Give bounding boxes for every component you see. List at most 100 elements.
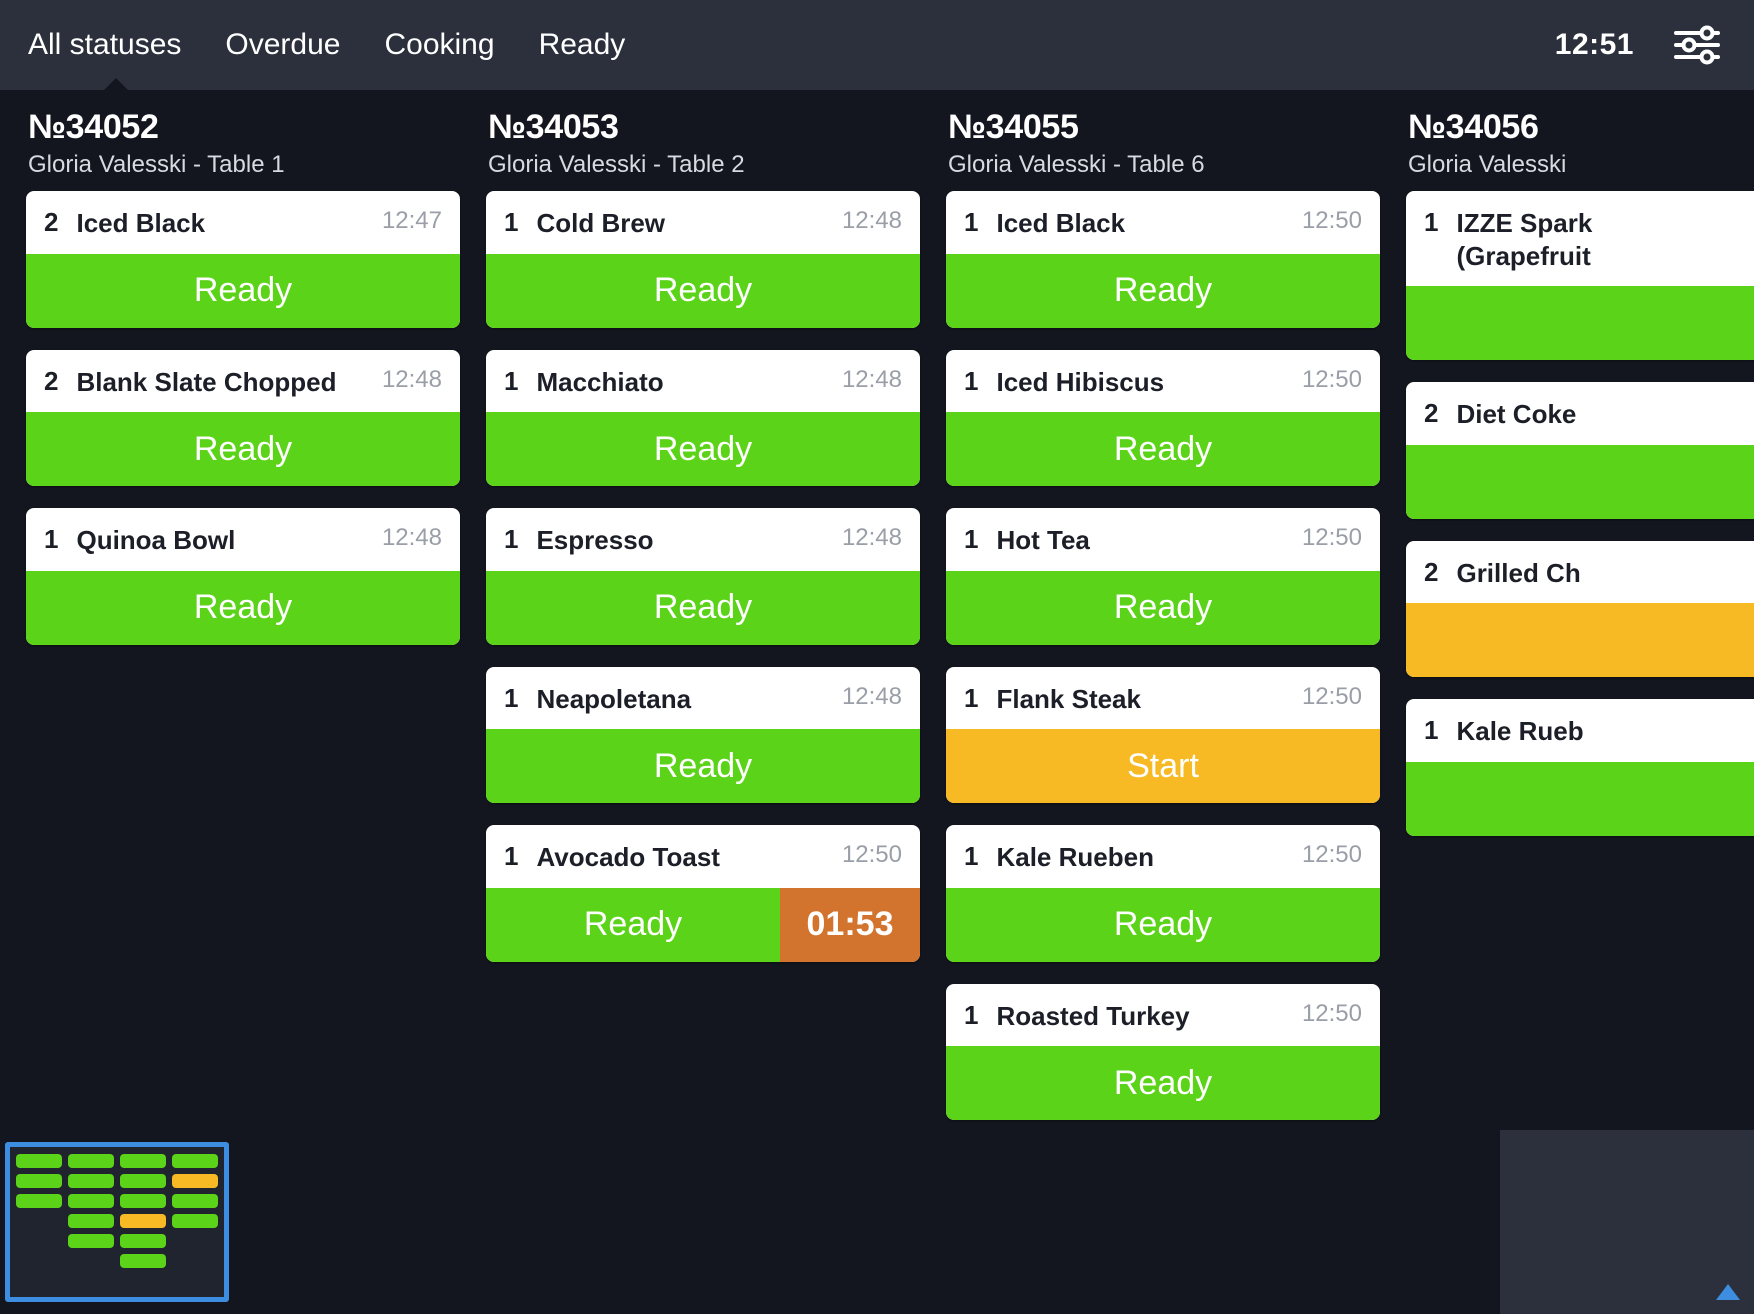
item-left: 1 Avocado Toast: [504, 841, 720, 874]
item-action-row: Ready: [486, 729, 920, 803]
minimap-column: [172, 1154, 218, 1268]
item-left: 1 IZZE Spark (Grapefruit: [1424, 207, 1592, 272]
minimap-bar: [120, 1174, 166, 1188]
ready-button[interactable]: Ready: [946, 412, 1380, 486]
item-time: 12:48: [841, 682, 902, 710]
minimap-bar: [172, 1194, 218, 1208]
item-name: Neapoletana: [536, 683, 692, 714]
minimap-grid: [16, 1154, 218, 1268]
order-item: 2 Grilled Ch: [1406, 540, 1754, 677]
item-left: 1 Kale Rueben: [964, 841, 1154, 874]
item-left: 1 Hot Tea: [964, 524, 1090, 557]
item-header: 2 Grilled Ch: [1406, 541, 1754, 604]
minimap-bar: [16, 1154, 62, 1168]
ready-button[interactable]: [1406, 286, 1754, 360]
item-header: 2 Iced Black 12:47: [26, 191, 460, 254]
order-customer: Gloria Valesski - Table 1: [28, 151, 285, 178]
orders-board[interactable]: №34052 Gloria Valesski - Table 1 2 Iced …: [0, 90, 1754, 1314]
item-header: 1 Cold Brew 12:48: [486, 191, 920, 254]
tab-overdue[interactable]: Overdue: [203, 0, 362, 90]
start-button[interactable]: [1406, 603, 1754, 677]
item-header: 1 Macchiato 12:48: [486, 350, 920, 413]
item-name: Grilled Ch: [1456, 557, 1581, 588]
order-header: №34053 Gloria Valesski - Table 2: [486, 90, 920, 191]
sliders-icon[interactable]: [1674, 25, 1720, 65]
item-quantity: 1: [964, 365, 979, 396]
item-quantity: 1: [964, 682, 979, 713]
ready-button[interactable]: Ready: [486, 253, 920, 328]
ready-button[interactable]: Ready: [26, 412, 460, 486]
item-time: 12:50: [1301, 841, 1362, 868]
order-customer: Gloria Valesski - Table 6: [948, 151, 1205, 178]
minimap-column: [120, 1154, 166, 1268]
item-quantity: 1: [964, 524, 979, 554]
ready-button[interactable]: Ready: [26, 570, 460, 645]
order-customer: Gloria Valesski - Table 2: [488, 151, 745, 178]
item-time: 12:48: [381, 524, 442, 551]
item-quantity: 1: [504, 207, 519, 237]
item-header: 1 Espresso 12:48: [486, 508, 920, 571]
order-item: 2 Blank Slate Chopped 12:48 Ready: [26, 349, 460, 486]
order-card: №34052 Gloria Valesski - Table 1 2 Iced …: [26, 90, 460, 667]
board-minimap[interactable]: [5, 1142, 229, 1302]
item-quantity: 1: [1424, 207, 1439, 237]
item-quantity: 2: [44, 207, 59, 237]
item-time: 12:48: [841, 207, 902, 234]
item-header: 1 Flank Steak 12:50: [946, 667, 1380, 730]
item-name: Iced Black: [996, 208, 1126, 238]
ready-button[interactable]: Ready: [486, 412, 920, 486]
minimap-bar: [68, 1214, 114, 1228]
minimap-bar: [120, 1254, 166, 1268]
ready-button[interactable]: Ready: [486, 887, 780, 962]
tab-cooking[interactable]: Cooking: [362, 0, 516, 90]
item-left: 1 Iced Hibiscus: [964, 366, 1164, 399]
ready-button[interactable]: Ready: [486, 729, 920, 803]
minimap-column: [68, 1154, 114, 1268]
item-header: 1 Hot Tea 12:50: [946, 508, 1380, 571]
ready-button[interactable]: Ready: [946, 253, 1380, 328]
order-card: №34055 Gloria Valesski - Table 6 1 Iced …: [946, 90, 1380, 1142]
tab-ready[interactable]: Ready: [517, 0, 648, 90]
item-header: 1 IZZE Spark (Grapefruit: [1406, 191, 1754, 286]
tab-all-statuses[interactable]: All statuses: [28, 0, 203, 90]
order-header: №34056 Gloria Valesski: [1406, 90, 1754, 191]
item-left: 1 Flank Steak: [964, 683, 1141, 716]
cook-timer-badge: 01:53: [780, 887, 920, 962]
ready-button[interactable]: Ready: [946, 887, 1380, 962]
item-action-row: [1406, 603, 1754, 677]
item-name: Flank Steak: [996, 683, 1141, 714]
minimap-bar: [120, 1214, 166, 1228]
item-action-row: Ready: [486, 412, 920, 486]
item-action-row: [1406, 286, 1754, 360]
item-header: 2 Blank Slate Chopped 12:48: [26, 350, 460, 413]
scroll-up-icon[interactable]: [1716, 1284, 1740, 1300]
item-action-row: Ready: [486, 253, 920, 328]
ready-button[interactable]: Ready: [946, 1046, 1380, 1120]
ready-button[interactable]: Ready: [486, 570, 920, 645]
item-name: Blank Slate Chopped: [76, 366, 337, 397]
order-item: 1 Flank Steak 12:50 Start: [946, 666, 1380, 803]
ready-button[interactable]: Ready: [26, 253, 460, 328]
item-action-row: Ready: [946, 1046, 1380, 1120]
item-quantity: 2: [44, 365, 59, 396]
minimap-column: [16, 1154, 62, 1268]
order-item: 2 Diet Coke: [1406, 382, 1754, 519]
minimap-bar: [172, 1174, 218, 1188]
ready-button[interactable]: Ready: [946, 570, 1380, 645]
minimap-bar: [68, 1234, 114, 1248]
item-time: 12:50: [1301, 207, 1362, 234]
item-left: 2 Diet Coke: [1424, 398, 1576, 431]
item-header: 1 Neapoletana 12:48: [486, 667, 920, 730]
ready-button[interactable]: [1406, 444, 1754, 519]
item-header: 1 Kale Rueben 12:50: [946, 825, 1380, 888]
item-name: Roasted Turkey: [996, 1000, 1190, 1031]
item-time: 12:50: [1301, 524, 1362, 551]
start-button[interactable]: Start: [946, 729, 1380, 803]
item-left: 1 Roasted Turkey: [964, 1000, 1190, 1033]
clock: 12:51: [1554, 28, 1634, 61]
status-filter-tabs: All statuses Overdue Cooking Ready: [28, 0, 647, 90]
ready-button[interactable]: [1406, 761, 1754, 836]
top-header: All statuses Overdue Cooking Ready 12:51: [0, 0, 1754, 90]
item-name: IZZE Spark (Grapefruit: [1456, 208, 1593, 271]
item-header: 1 Kale Rueb: [1406, 699, 1754, 762]
